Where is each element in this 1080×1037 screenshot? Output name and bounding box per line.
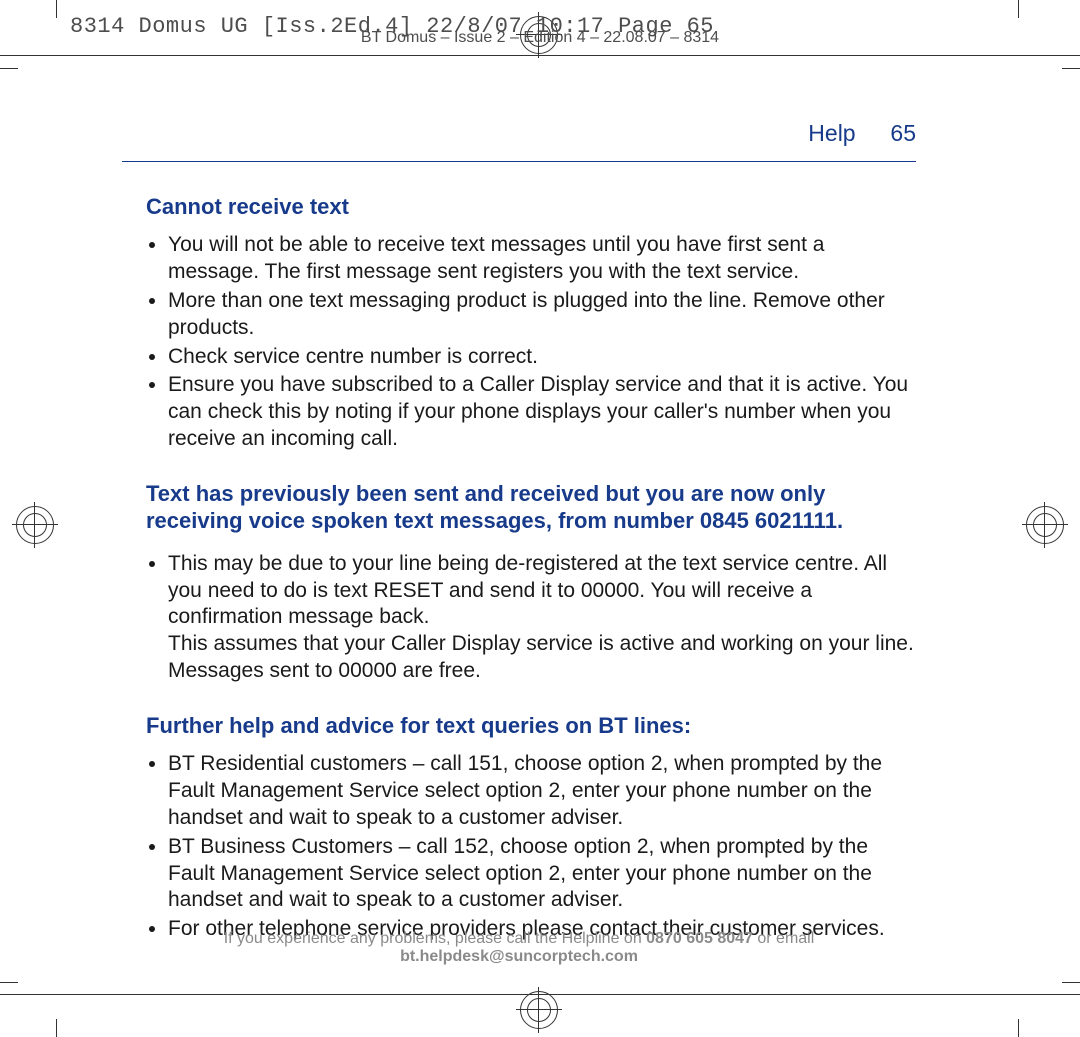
crop-tick	[0, 982, 18, 983]
registration-mark-icon	[1022, 502, 1068, 548]
list-item-cont: This assumes that your Caller Display se…	[168, 631, 916, 685]
list-voice-spoken: This may be due to your line being de-re…	[146, 551, 916, 685]
crop-tick	[0, 68, 18, 69]
list-item: Check service centre number is correct.	[168, 344, 916, 371]
list-item: You will not be able to receive text mes…	[168, 232, 916, 286]
list-item: This may be due to your line being de-re…	[168, 551, 916, 632]
list-item: Ensure you have subscribed to a Caller D…	[168, 372, 916, 453]
list-further-help: BT Residential customers – call 151, cho…	[146, 751, 916, 943]
list-cannot-receive: You will not be able to receive text mes…	[146, 232, 916, 453]
heading-further-help: Further help and advice for text queries…	[146, 713, 916, 739]
list-item: BT Residential customers – call 151, cho…	[168, 751, 916, 832]
running-head: Help 65	[122, 120, 916, 162]
crop-tick	[1062, 68, 1080, 69]
page-number: 65	[862, 120, 916, 147]
registration-mark-icon	[516, 987, 562, 1033]
heading-cannot-receive: Cannot receive text	[146, 194, 916, 220]
crop-tick	[56, 0, 57, 18]
footer-email: bt.helpdesk@suncorptech.com	[400, 948, 638, 965]
list-item: BT Business Customers – call 152, choose…	[168, 834, 916, 915]
footer-phone: 0870 605 8047	[646, 930, 753, 947]
list-item: More than one text messaging product is …	[168, 288, 916, 342]
crop-tick	[1018, 1019, 1019, 1037]
footer-text: If you experience any problems, please c…	[224, 930, 646, 947]
crop-tick	[56, 1019, 57, 1037]
print-slug-small: BT Domus – Issue 2 – Edition 4 – 22.08.0…	[0, 29, 1080, 47]
footer-text: or email	[753, 930, 814, 947]
section-name: Help	[808, 120, 855, 146]
heading-voice-spoken: Text has previously been sent and receiv…	[146, 481, 916, 535]
footer-helpline: If you experience any problems, please c…	[122, 930, 916, 966]
crop-tick	[1062, 982, 1080, 983]
crop-tick	[1018, 0, 1019, 18]
page-content: Help 65 Cannot receive text You will not…	[122, 120, 916, 971]
registration-mark-icon	[12, 502, 58, 548]
